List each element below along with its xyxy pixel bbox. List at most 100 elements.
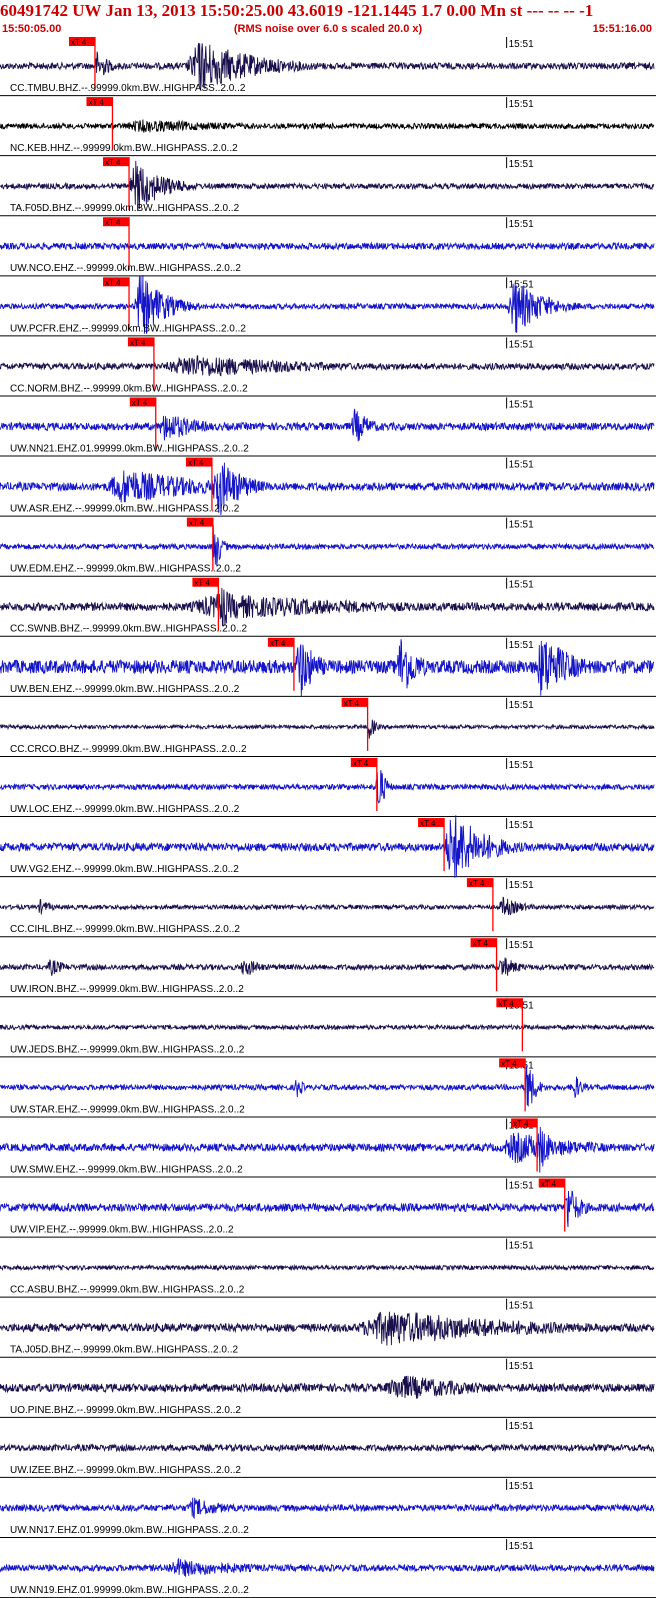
minute-tick-label: 15:51: [509, 1481, 534, 1492]
station-label: UW.IRON.BHZ.--.99999.0km.BW..HIGHPASS..2…: [10, 984, 244, 995]
trace-15: 15:51 xT 4 UW.IRON.BHZ.--.99999.0km.BW..HI…: [0, 938, 656, 998]
waveform: [0, 119, 655, 133]
station-label: UW.LOC.EHZ.--.99999.0km.BW..HIGHPASS..2.…: [10, 804, 240, 815]
minute-tick-label: 15:51: [509, 1241, 534, 1252]
minute-tick-label: 15:51: [509, 1181, 534, 1192]
waveform: [0, 587, 655, 627]
waveform: [0, 1497, 655, 1520]
waveform: [0, 1557, 655, 1577]
trace-8: 15:51 xT 4 UW.EDM.EHZ.--.99999.0km.BW..HIG…: [0, 517, 656, 577]
pick-label: xT 4: [501, 1059, 517, 1068]
waveform: [0, 770, 655, 804]
station-label: UW.ASR.EHZ.--.99999.0km.BW..HIGHPASS..2.…: [10, 504, 240, 515]
trace-5: 15:51 xT 4 CC.NORM.BHZ.--.99999.0km.BW..HI…: [0, 337, 656, 397]
trace-4: 15:51 xT 4 UW.PCFR.EHZ.--.99999.0km.BW..HI…: [0, 275, 656, 337]
pick-label: xT 4: [513, 1119, 529, 1128]
waveform: [0, 957, 655, 976]
waveform: [0, 1311, 655, 1346]
minute-tick-label: 15:51: [509, 820, 534, 831]
station-label: UW.NCO.EHZ.--.99999.0km.BW..HIGHPASS..2.…: [10, 263, 241, 274]
record-header: 60491742 UW Jan 13, 2013 15:50:25.00 43.…: [0, 0, 656, 36]
pick-label: xT 4: [194, 579, 210, 588]
waveform: [0, 719, 655, 739]
minute-tick-label: 15:51: [509, 219, 534, 230]
trace-19: 15:51 xT 4 UW.VIP.EHZ.--.99999.0km.BW..HIG…: [0, 1178, 656, 1238]
pick-label: xT 4: [105, 278, 121, 287]
station-label: UW.NN19.EHZ.01.99999.0km.BW..HIGHPASS..2…: [10, 1585, 249, 1596]
waveform: [0, 896, 655, 916]
trace-1: 15:51 xT 4 NC.KEB.HHZ.--.99999.0km.BW..HIG…: [0, 97, 656, 157]
trace-24: 15:51 UW.NN17.EHZ.01.99999.0km.BW..HIGHPA…: [0, 1478, 656, 1538]
trace-2: 15:51 xT 4 TA.F05D.BHZ.--.99999.0km.BW..HI…: [0, 157, 656, 217]
minute-tick-label: 15:51: [509, 880, 534, 891]
minute-tick-label: 15:51: [509, 700, 534, 711]
pick-label: xT 4: [344, 699, 360, 708]
trace-20: 15:51 CC.ASBU.BHZ.--.99999.0km.BW..HIGHPA…: [0, 1238, 656, 1298]
minute-tick-label: 15:51: [509, 279, 534, 290]
waveform: [0, 1375, 655, 1399]
station-label: CC.CIHL.BHZ.--.99999.0km.BW..HIGHPASS..2…: [10, 924, 240, 935]
pick-label: xT 4: [498, 999, 514, 1008]
trace-3: 15:51 xT 4 UW.NCO.EHZ.--.99999.0km.BW..HIG…: [0, 217, 656, 277]
page-title: 60491742 UW Jan 13, 2013 15:50:25.00 43.…: [0, 1, 594, 20]
pick-label: xT 4: [420, 819, 436, 828]
pick-label: xT 4: [132, 398, 148, 407]
station-label: CC.NORM.BHZ.--.99999.0km.BW..HIGHPASS..2…: [10, 383, 248, 394]
minute-tick-label: 15:51: [509, 760, 534, 771]
pick-label: xT 4: [353, 759, 369, 768]
minute-tick-label: 15:51: [509, 640, 534, 651]
station-label: UW.VG2.EHZ.--.99999.0km.BW..HIGHPASS..2.…: [10, 864, 239, 875]
waveform: [0, 241, 655, 252]
pick-label: xT 4: [270, 639, 286, 648]
station-label: UW.STAR.EHZ.--.99999.0km.BW..HIGHPASS..2…: [10, 1104, 245, 1115]
pick-label: xT 4: [541, 1180, 557, 1189]
minute-tick-label: 15:51: [509, 520, 534, 531]
rms-noise-note: (RMS noise over 6.0 s scaled 20.0 x): [233, 23, 423, 35]
minute-tick-label: 15:51: [509, 159, 534, 170]
minute-tick-label: 15:51: [509, 940, 534, 951]
waveform: [0, 525, 655, 567]
pick-label: xT 4: [88, 98, 104, 107]
station-label: UW.NN21.EHZ.01.99999.0km.BW..HIGHPASS..2…: [10, 443, 249, 454]
trace-13: 15:51 xT 4 UW.VG2.EHZ.--.99999.0km.BW..HIG…: [0, 815, 656, 878]
trace-11: 15:51 xT 4 CC.CRCO.BHZ.--.99999.0km.BW..HI…: [0, 697, 656, 757]
pick-label: xT 4: [130, 338, 146, 347]
trace-18: 15:51xT 4UW.SMW.EHZ.--.99999.0km.BW..HIG…: [0, 1118, 656, 1178]
station-label: TA.F05D.BHZ.--.99999.0km.BW..HIGHPASS..2…: [10, 203, 240, 214]
station-label: UW.SMW.EHZ.--.99999.0km.BW..HIGHPASS..2.…: [10, 1164, 243, 1175]
minute-tick-label: 15:51: [509, 99, 534, 110]
waveform: [0, 1263, 655, 1272]
minute-tick-label: 15:51: [509, 580, 534, 591]
waveform: [0, 1190, 655, 1228]
minute-tick-label: 15:51: [509, 1541, 534, 1552]
minute-tick-label: 15:51: [509, 339, 534, 350]
minute-tick-label: 15:51: [509, 1421, 534, 1432]
pick-label: xT 4: [105, 218, 121, 227]
pick-label: xT 4: [469, 879, 485, 888]
minute-tick-label: 15:51: [509, 399, 534, 410]
trace-6: 15:51 xT 4 UW.NN21.EHZ.01.99999.0km.BW..HI…: [0, 397, 656, 457]
station-label: UW.VIP.EHZ.--.99999.0km.BW..HIGHPASS..2.…: [10, 1225, 234, 1236]
minute-tick-label: 15:51: [509, 460, 534, 471]
station-label: NC.KEB.HHZ.--.99999.0km.BW..HIGHPASS..2.…: [10, 143, 238, 154]
pick-label: xT 4: [188, 459, 204, 468]
trace-23: 15:51 UW.IZEE.BHZ.--.99999.0km.BW..HIGHPA…: [0, 1418, 656, 1478]
waveform: [0, 1065, 655, 1107]
trace-7: 15:51 xT 4 UW.ASR.EHZ.--.99999.0km.BW..HIG…: [0, 457, 656, 517]
waveform: [0, 1023, 655, 1031]
minute-tick-label: 15:51: [509, 39, 534, 50]
trace-25: 15:51 UW.NN19.EHZ.01.99999.0km.BW..HIGHPA…: [0, 1539, 656, 1598]
station-label: CC.SWNB.BHZ.--.99999.0km.BW..HIGHPASS..2…: [10, 624, 248, 635]
station-label: UW.IZEE.BHZ.--.99999.0km.BW..HIGHPASS..2…: [10, 1465, 241, 1476]
pick-label: xT 4: [189, 519, 205, 528]
pick-label: xT 4: [473, 939, 489, 948]
waveform: [0, 408, 655, 442]
trace-0: 15:51 xT 4 CC.TMBU.BHZ.--.99999.0km.BW..HI…: [0, 37, 656, 97]
station-label: UW.BEN.EHZ.--.99999.0km.BW..HIGHPASS..2.…: [10, 684, 240, 695]
station-label: CC.ASBU.BHZ.--.99999.0km.BW..HIGHPASS..2…: [10, 1285, 245, 1296]
station-label: CC.CRCO.BHZ.--.99999.0km.BW..HIGHPASS..2…: [10, 744, 247, 755]
end-time-label: 15:51:16.00: [592, 23, 652, 35]
station-label: UW.PCFR.EHZ.--.99999.0km.BW..HIGHPASS..2…: [10, 323, 246, 334]
station-label: UW.EDM.EHZ.--.99999.0km.BW..HIGHPASS..2.…: [10, 564, 241, 575]
pick-label: xT 4: [105, 158, 121, 167]
